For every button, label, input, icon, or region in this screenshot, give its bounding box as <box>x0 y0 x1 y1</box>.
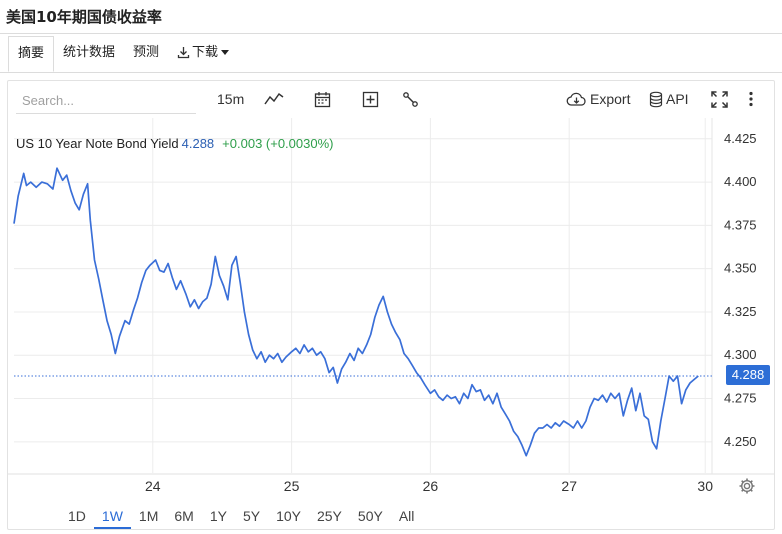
tab-forecast-label: 预测 <box>133 45 160 60</box>
range-button-25y[interactable]: 25Y <box>309 505 350 529</box>
range-button-1m[interactable]: 1M <box>131 505 166 529</box>
more-vertical-icon[interactable] <box>748 88 754 110</box>
tab-summary[interactable]: 摘要 <box>8 36 55 72</box>
range-button-1d[interactable]: 1D <box>60 505 94 529</box>
tab-forecast[interactable]: 预测 <box>124 36 168 72</box>
gear-icon[interactable] <box>738 477 756 499</box>
x-tick-label: 30 <box>697 478 713 494</box>
range-button-all[interactable]: All <box>391 505 423 529</box>
range-button-5y[interactable]: 5Y <box>235 505 268 529</box>
tab-bar: 摘要 统计数据 预测 下载 <box>8 36 238 72</box>
interval-label: 15m <box>217 91 245 107</box>
y-tick-label: 4.350 <box>724 261 757 276</box>
y-axis: 4.425 4.400 4.375 4.350 4.325 4.300 4.275 4.250 <box>724 131 757 449</box>
y-tick-label: 4.300 <box>724 347 757 362</box>
draw-tools-icon[interactable] <box>402 88 419 110</box>
chart-toolbar: 15m Export API <box>8 82 774 116</box>
tabs-divider <box>0 72 782 73</box>
api-label: API <box>666 91 689 107</box>
range-selector: 1D 1W 1M 6M 1Y 5Y 10Y 25Y 50Y All <box>60 505 422 529</box>
x-tick-label: 26 <box>423 478 439 494</box>
legend-change: +0.003 (+0.0030%) <box>222 136 334 151</box>
last-price-tag: 4.288 <box>726 365 770 385</box>
x-tick-label: 25 <box>284 478 300 494</box>
tab-download-label: 下载 <box>192 45 219 60</box>
x-tick-label: 24 <box>145 478 161 494</box>
range-button-1y[interactable]: 1Y <box>202 505 235 529</box>
legend-series-name: US 10 Year Note Bond Yield <box>16 136 179 151</box>
x-axis: 24 25 26 27 30 <box>145 478 713 494</box>
chevron-down-icon <box>221 50 230 55</box>
export-button[interactable]: Export <box>566 88 630 110</box>
y-tick-label: 4.325 <box>724 304 757 319</box>
y-tick-label: 4.375 <box>724 217 757 232</box>
range-button-50y[interactable]: 50Y <box>350 505 391 529</box>
page-title: 美国10年期国债收益率 <box>6 8 162 26</box>
tab-statistics[interactable]: 统计数据 <box>54 36 124 72</box>
range-button-10y[interactable]: 10Y <box>268 505 309 529</box>
database-icon <box>649 91 663 107</box>
yield-line-chart[interactable]: 4.425 4.400 4.375 4.350 4.325 4.300 4.275 4.250… <box>8 118 774 500</box>
line-chart-icon[interactable] <box>264 88 284 110</box>
fullscreen-icon[interactable] <box>711 88 728 110</box>
cloud-download-icon <box>566 92 586 106</box>
add-indicator-icon[interactable] <box>362 88 379 110</box>
interval-selector[interactable]: 15m <box>217 88 244 110</box>
chart-grid <box>8 118 774 475</box>
x-tick-label: 27 <box>561 478 577 494</box>
y-tick-label: 4.250 <box>724 434 757 449</box>
range-button-6m[interactable]: 6M <box>166 505 201 529</box>
api-button[interactable]: API <box>649 88 689 110</box>
download-icon <box>177 47 190 59</box>
tab-summary-label: 摘要 <box>18 46 45 61</box>
range-button-1w[interactable]: 1W <box>93 505 131 529</box>
title-divider <box>0 33 782 34</box>
search-input[interactable] <box>16 88 196 114</box>
y-tick-label: 4.425 <box>724 131 757 146</box>
y-tick-label: 4.275 <box>724 391 757 406</box>
tab-statistics-label: 统计数据 <box>63 45 116 60</box>
chart-legend: US 10 Year Note Bond Yield 4.288 +0.003 (+… <box>16 136 333 151</box>
y-tick-label: 4.400 <box>724 174 757 189</box>
legend-last-value: 4.288 <box>181 136 215 151</box>
calendar-icon[interactable] <box>314 88 331 110</box>
tab-download[interactable]: 下载 <box>168 36 238 72</box>
export-label: Export <box>590 91 631 107</box>
